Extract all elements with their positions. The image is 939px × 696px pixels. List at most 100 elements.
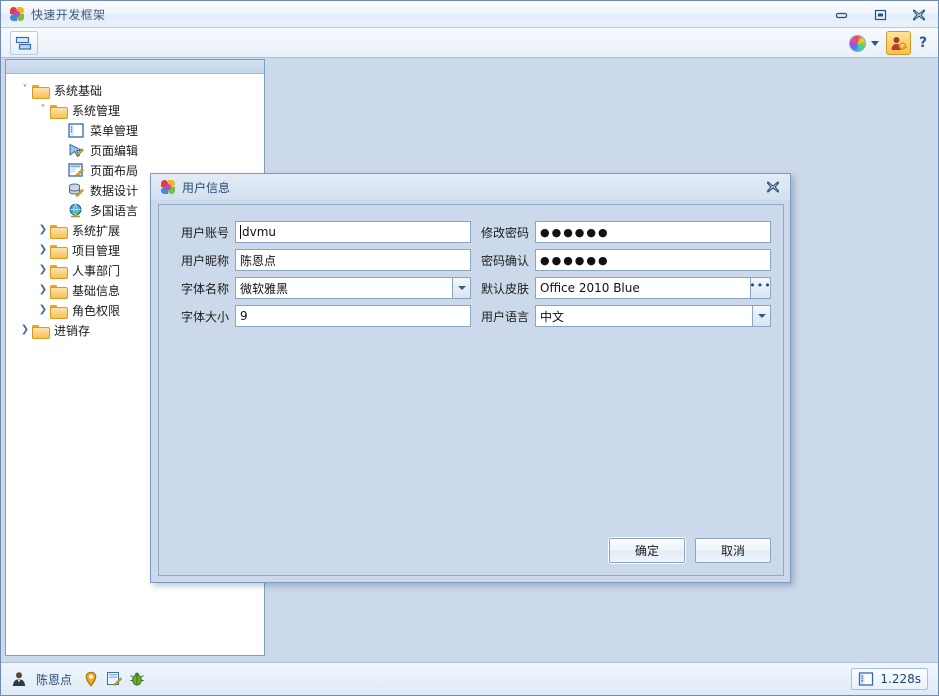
font-size-input[interactable]: 9 bbox=[235, 305, 471, 327]
tree-panel-header bbox=[6, 60, 264, 74]
wizard-icon[interactable] bbox=[106, 671, 123, 687]
globe-icon bbox=[68, 203, 84, 218]
field-label: 密码确认 bbox=[480, 253, 529, 268]
chevron-right-icon[interactable]: ❯ bbox=[18, 325, 32, 335]
ok-button[interactable]: 确定 bbox=[608, 537, 686, 564]
dialog-buttons: 确定 取消 bbox=[608, 537, 771, 564]
tree-item-1[interactable]: ˅ 系统管理 bbox=[6, 100, 264, 120]
field-label: 用户语言 bbox=[480, 309, 529, 324]
text-caret bbox=[240, 225, 241, 239]
toolbar-right-group: ? bbox=[849, 30, 932, 56]
bug-icon[interactable] bbox=[129, 671, 145, 687]
elapsed-time-indicator[interactable]: 1.228s bbox=[851, 668, 928, 690]
password-confirm-value: ●●●●●● bbox=[540, 253, 610, 267]
field-label: 用户昵称 bbox=[180, 253, 229, 268]
language-combo[interactable]: 中文 bbox=[535, 305, 771, 327]
panel-layout-icon[interactable] bbox=[10, 31, 38, 55]
chevron-right-icon[interactable]: ❯ bbox=[36, 305, 50, 315]
dialog-title-bar: 用户信息 bbox=[151, 174, 790, 200]
title-bar: 快速开发框架 bbox=[1, 1, 938, 28]
workspace: ˅ 系统基础 ˅ 系统管理 菜单管理 页面编辑 页面布局 数据设计 多国语言 ❯ 系统扩展 ❯ 项目管理… bbox=[1, 58, 938, 662]
password-value: ●●●●●● bbox=[540, 225, 610, 239]
chevron-right-icon[interactable]: ❯ bbox=[36, 285, 50, 295]
minimize-icon[interactable] bbox=[830, 6, 852, 24]
location-pin-icon[interactable] bbox=[83, 671, 99, 687]
account-value: dvmu bbox=[242, 225, 277, 239]
folder-icon bbox=[50, 284, 68, 299]
account-input[interactable]: dvmu bbox=[235, 221, 471, 243]
tree-item-label: 系统管理 bbox=[72, 103, 121, 118]
tree-item-label: 人事部门 bbox=[72, 263, 121, 278]
user-info-form: 用户账号 dvmu 修改密码 ●●●●●● 用户昵称 陈恩点 密码确认 ●●●●… bbox=[173, 218, 773, 330]
skin-input[interactable]: Office 2010 Blue ••• bbox=[535, 277, 771, 299]
tree-item-2[interactable]: 菜单管理 bbox=[6, 120, 264, 140]
page-edit-icon bbox=[68, 143, 84, 158]
chevron-down-icon[interactable]: ˅ bbox=[36, 105, 50, 115]
folder-icon bbox=[32, 84, 50, 99]
chevron-down-icon[interactable] bbox=[752, 306, 770, 326]
panel-icon bbox=[858, 671, 874, 687]
folder-icon bbox=[32, 324, 50, 339]
chevron-down-icon[interactable] bbox=[452, 278, 470, 298]
close-icon[interactable] bbox=[764, 178, 782, 196]
user-icon[interactable] bbox=[11, 671, 27, 687]
tree-item-label: 基础信息 bbox=[72, 283, 121, 298]
tree-item-label: 系统扩展 bbox=[72, 223, 121, 238]
form-row: 字体大小 9 用户语言 中文 bbox=[173, 302, 773, 330]
field-password: 修改密码 ●●●●●● bbox=[473, 221, 773, 243]
help-icon[interactable]: ? bbox=[914, 32, 932, 54]
password-confirm-input[interactable]: ●●●●●● bbox=[535, 249, 771, 271]
form-row: 字体名称 微软雅黑 默认皮肤 Office 2010 Blue ••• bbox=[173, 274, 773, 302]
field-skin: 默认皮肤 Office 2010 Blue ••• bbox=[473, 277, 773, 299]
tree-item-label: 菜单管理 bbox=[90, 123, 139, 138]
field-font-name: 字体名称 微软雅黑 bbox=[173, 277, 473, 299]
elapsed-time-value: 1.228s bbox=[880, 672, 921, 686]
field-nickname: 用户昵称 陈恩点 bbox=[173, 249, 473, 271]
tree-item-label: 系统基础 bbox=[54, 83, 103, 98]
field-account: 用户账号 dvmu bbox=[173, 221, 473, 243]
field-label: 字体大小 bbox=[180, 309, 229, 324]
pinwheel-icon bbox=[160, 179, 176, 195]
user-account-icon[interactable] bbox=[886, 31, 911, 55]
folder-icon bbox=[50, 264, 68, 279]
field-label: 用户账号 bbox=[180, 225, 229, 240]
tree-item-label: 角色权限 bbox=[72, 303, 121, 318]
tree-item-0[interactable]: ˅ 系统基础 bbox=[6, 80, 264, 100]
chevron-right-icon[interactable]: ❯ bbox=[36, 245, 50, 255]
field-font-size: 字体大小 9 bbox=[173, 305, 473, 327]
form-row: 用户昵称 陈恩点 密码确认 ●●●●●● bbox=[173, 246, 773, 274]
tree-item-3[interactable]: 页面编辑 bbox=[6, 140, 264, 160]
field-password-confirm: 密码确认 ●●●●●● bbox=[473, 249, 773, 271]
font-name-combo[interactable]: 微软雅黑 bbox=[235, 277, 471, 299]
tree-item-label: 进销存 bbox=[54, 323, 91, 338]
close-icon[interactable] bbox=[908, 6, 930, 24]
chevron-down-icon[interactable]: ˅ bbox=[18, 85, 32, 95]
maximize-icon[interactable] bbox=[869, 6, 891, 24]
language-value: 中文 bbox=[540, 309, 565, 324]
pinwheel-icon bbox=[9, 6, 25, 22]
tree-item-label: 数据设计 bbox=[90, 183, 139, 198]
nickname-input[interactable]: 陈恩点 bbox=[235, 249, 471, 271]
chevron-right-icon[interactable]: ❯ bbox=[36, 265, 50, 275]
application-window: 快速开发框架 ? ˅ 系统基础 ˅ 系统管理 菜单管理 页面编辑 页面布局 数据… bbox=[0, 0, 939, 696]
password-input[interactable]: ●●●●●● bbox=[535, 221, 771, 243]
cancel-button[interactable]: 取消 bbox=[695, 538, 771, 563]
color-wheel-icon[interactable] bbox=[849, 34, 866, 52]
dialog-title: 用户信息 bbox=[182, 180, 231, 195]
user-info-dialog: 用户信息 用户账号 dvmu 修改密码 ●●●●●● 用户昵称 陈恩点 密码确认… bbox=[150, 173, 791, 583]
status-user-name: 陈恩点 bbox=[36, 672, 73, 687]
ellipsis-icon[interactable]: ••• bbox=[749, 278, 770, 298]
tree-item-label: 页面编辑 bbox=[90, 143, 139, 158]
chevron-right-icon[interactable]: ❯ bbox=[36, 225, 50, 235]
field-label: 字体名称 bbox=[180, 281, 229, 296]
skin-value: Office 2010 Blue bbox=[540, 281, 640, 295]
page-layout-icon bbox=[68, 162, 84, 178]
folder-icon bbox=[50, 224, 68, 239]
chevron-down-icon[interactable] bbox=[871, 40, 879, 46]
nickname-value: 陈恩点 bbox=[240, 253, 277, 268]
tree-item-label: 页面布局 bbox=[90, 163, 139, 178]
window-title: 快速开发框架 bbox=[31, 7, 106, 22]
field-label: 修改密码 bbox=[480, 225, 529, 240]
folder-icon bbox=[50, 104, 68, 119]
tree-item-label: 多国语言 bbox=[90, 203, 139, 218]
